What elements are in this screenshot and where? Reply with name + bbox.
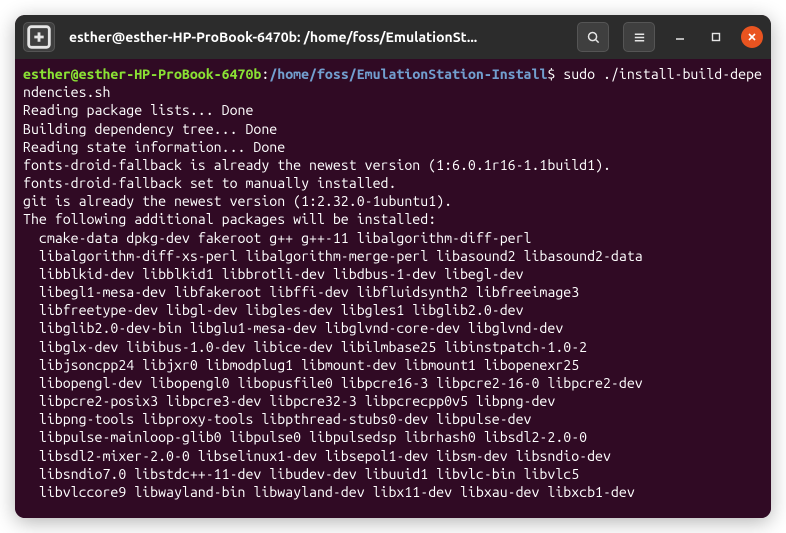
search-button[interactable]	[577, 22, 609, 52]
terminal-body[interactable]: esther@esther-HP-ProBook-6470b:/home/fos…	[15, 59, 771, 518]
window-title: esther@esther-HP-ProBook-6470b: /home/fo…	[65, 29, 567, 45]
output-line: fonts-droid-fallback set to manually ins…	[23, 175, 396, 191]
package-line: libjsoncpp24 libjxr0 libmodplug1 libmoun…	[23, 357, 579, 373]
output-line: The following additional packages will b…	[23, 211, 436, 227]
prompt-dollar: $	[547, 66, 555, 82]
package-line: libsdl2-mixer-2.0-0 libselinux1-dev libs…	[23, 448, 611, 464]
package-line: libpng-tools libproxy-tools libpthread-s…	[23, 411, 531, 427]
package-line: libalgorithm-diff-xs-perl libalgorithm-m…	[23, 248, 643, 264]
prompt-user: esther@esther-HP-ProBook-6470b	[23, 66, 261, 82]
package-line: libsndio7.0 libstdc++-11-dev libudev-dev…	[23, 466, 579, 482]
package-line: cmake-data dpkg-dev fakeroot g++ g++-11 …	[23, 230, 531, 246]
package-line: libvlccore9 libwayland-bin libwayland-de…	[23, 484, 635, 500]
package-line: libglib2.0-dev-bin libglu1-mesa-dev libg…	[23, 320, 563, 336]
close-button[interactable]	[741, 26, 763, 48]
new-tab-button[interactable]	[23, 22, 55, 52]
package-line: libpulse-mainloop-glib0 libpulse0 libpul…	[23, 429, 587, 445]
package-line: libpcre2-posix3 libpcre3-dev libpcre32-3…	[23, 393, 555, 409]
output-line: Building dependency tree... Done	[23, 121, 277, 137]
output-line: Reading state information... Done	[23, 139, 285, 155]
output-line: Reading package lists... Done	[23, 102, 253, 118]
titlebar: esther@esther-HP-ProBook-6470b: /home/fo…	[15, 15, 771, 59]
titlebar-actions	[577, 22, 763, 52]
output-line: git is already the newest version (1:2.3…	[23, 193, 452, 209]
package-line: libegl1-mesa-dev libfakeroot libffi-dev …	[23, 284, 579, 300]
output-line: fonts-droid-fallback is already the newe…	[23, 157, 611, 173]
package-line: libblkid-dev libblkid1 libbrotli-dev lib…	[23, 266, 524, 282]
menu-button[interactable]	[623, 22, 655, 52]
package-line: libfreetype-dev libgl-dev libgles-dev li…	[23, 302, 524, 318]
maximize-button[interactable]	[705, 26, 727, 48]
terminal-window: esther@esther-HP-ProBook-6470b: /home/fo…	[15, 15, 771, 518]
prompt-path: /home/foss/EmulationStation-Install	[269, 66, 547, 82]
package-line: libglx-dev libibus-1.0-dev libice-dev li…	[23, 339, 587, 355]
package-line: libopengl-dev libopengl0 libopusfile0 li…	[23, 375, 643, 391]
minimize-button[interactable]	[669, 26, 691, 48]
